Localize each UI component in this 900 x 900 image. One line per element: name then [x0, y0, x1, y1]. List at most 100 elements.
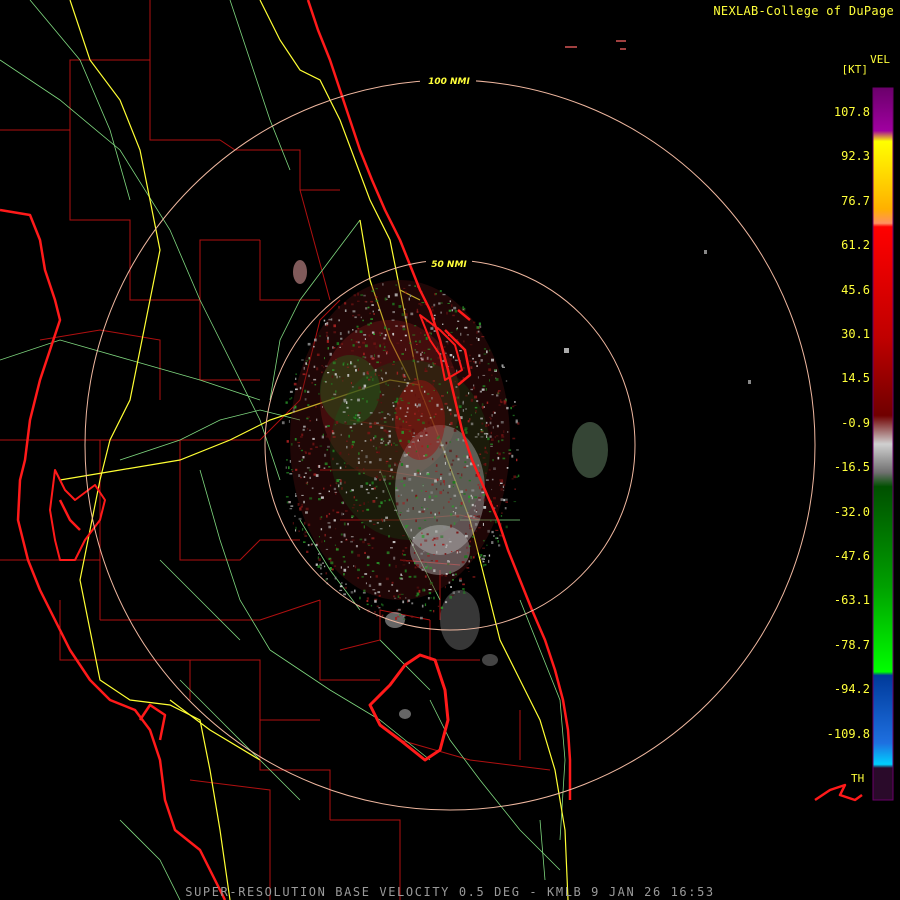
velocity-speckle [342, 362, 345, 364]
velocity-speckle [443, 450, 446, 454]
velocity-speckle [364, 440, 367, 442]
velocity-speckle [408, 284, 411, 287]
velocity-speckle [421, 302, 425, 304]
velocity-speckle [493, 497, 496, 500]
velocity-speckle [308, 452, 311, 455]
velocity-speckle [427, 364, 430, 368]
velocity-speckle [428, 495, 431, 499]
velocity-speckle [408, 478, 412, 481]
velocity-speckle [403, 287, 406, 289]
velocity-speckle [333, 393, 337, 396]
velocity-speckle [440, 408, 443, 411]
velocity-speckle [376, 605, 379, 608]
velocity-speckle [301, 459, 304, 462]
velocity-speckle [362, 510, 364, 512]
velocity-speckle [380, 361, 382, 364]
velocity-speckle [332, 369, 335, 371]
velocity-speckle [487, 529, 490, 533]
velocity-speckle [421, 490, 423, 492]
velocity-speckle [380, 417, 383, 421]
velocity-speckle [372, 523, 376, 525]
velocity-speckle [376, 562, 380, 564]
velocity-speckle [362, 372, 366, 376]
velocity-speckle [425, 431, 428, 435]
velocity-speckle [295, 468, 298, 471]
velocity-speckle [478, 497, 481, 499]
velocity-speckle [344, 586, 347, 589]
velocity-speckle [423, 508, 426, 511]
velocity-speckle [312, 442, 315, 446]
velocity-speckle [341, 501, 343, 504]
velocity-speckle [295, 493, 297, 495]
velocity-speckle [411, 441, 415, 443]
velocity-speckle [343, 560, 346, 563]
velocity-speckle [396, 342, 400, 345]
velocity-speckle [361, 398, 364, 400]
velocity-speckle [402, 618, 406, 620]
velocity-speckle [471, 526, 473, 528]
velocity-speckle [456, 551, 459, 554]
velocity-speckle [399, 512, 402, 513]
velocity-speckle [468, 499, 470, 503]
velocity-speckle [418, 510, 421, 513]
velocity-speckle [321, 435, 324, 439]
velocity-speckle [385, 382, 387, 385]
velocity-speckle [350, 349, 354, 352]
velocity-speckle [417, 419, 420, 421]
velocity-speckle [433, 303, 436, 307]
velocity-speckle [351, 444, 354, 448]
velocity-speckle [363, 502, 365, 505]
velocity-speckle [473, 384, 475, 387]
velocity-speckle [290, 397, 293, 399]
velocity-speckle [370, 300, 374, 303]
velocity-speckle [329, 352, 332, 356]
velocity-speckle [339, 585, 343, 588]
velocity-speckle [371, 336, 373, 340]
velocity-speckle [288, 501, 291, 504]
velocity-speckle [402, 328, 406, 331]
velocity-speckle [328, 466, 331, 468]
velocity-speckle [468, 560, 470, 563]
velocity-speckle [303, 533, 306, 535]
velocity-speckle [400, 480, 404, 483]
velocity-speckle [340, 433, 342, 436]
velocity-speckle [481, 491, 485, 494]
velocity-speckle [420, 332, 422, 334]
velocity-speckle [448, 581, 451, 584]
velocity-speckle [392, 402, 394, 404]
velocity-speckle [468, 479, 471, 482]
velocity-speckle [298, 444, 300, 447]
velocity-speckle [352, 315, 355, 317]
velocity-speckle [304, 531, 307, 533]
velocity-speckle [419, 435, 423, 437]
velocity-speckle [380, 426, 384, 429]
velocity-speckle [313, 365, 316, 368]
velocity-speckle [449, 358, 452, 361]
velocity-speckle [484, 563, 487, 566]
velocity-speckle [305, 511, 308, 514]
velocity-speckle [446, 311, 448, 315]
velocity-speckle [396, 609, 398, 612]
velocity-speckle [326, 449, 329, 451]
velocity-speckle [466, 334, 469, 336]
velocity-speckle [307, 523, 311, 526]
velocity-speckle [391, 581, 394, 584]
velocity-speckle [452, 481, 456, 484]
velocity-speckle [417, 398, 421, 400]
velocity-speckle [476, 326, 480, 329]
velocity-speckle [478, 354, 481, 357]
velocity-speckle [465, 394, 468, 397]
velocity-speckle [495, 378, 499, 381]
velocity-speckle [360, 316, 362, 319]
velocity-speckle [369, 533, 371, 535]
velocity-speckle [480, 554, 483, 557]
velocity-speckle [367, 323, 371, 326]
velocity-speckle [393, 388, 395, 390]
velocity-speckle [353, 504, 356, 506]
velocity-speckle [387, 295, 390, 298]
velocity-speckle [492, 459, 494, 462]
velocity-speckle [344, 481, 346, 484]
velocity-speckle [442, 323, 444, 325]
velocity-speckle [494, 411, 496, 414]
velocity-speckle [434, 413, 437, 415]
